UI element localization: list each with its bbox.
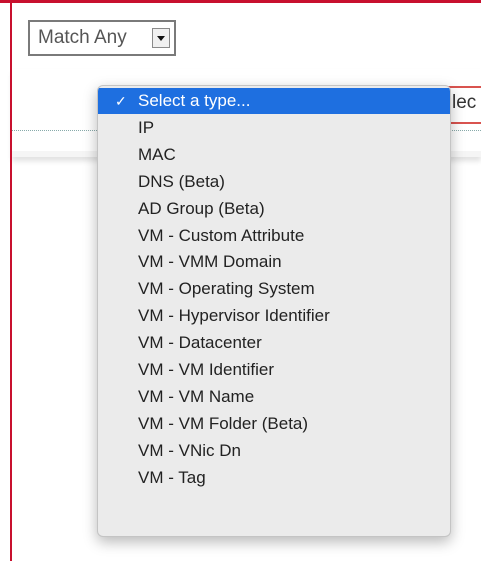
dropdown-option-label: MAC	[138, 144, 176, 164]
dropdown-option[interactable]: VM - Operating System	[98, 276, 450, 302]
dropdown-option[interactable]: VM - Tag	[98, 465, 450, 491]
dropdown-option-label: VM - VNic Dn	[138, 440, 241, 460]
dropdown-option-label: VM - Operating System	[138, 279, 315, 299]
dropdown-option[interactable]: VM - Custom Attribute	[98, 223, 450, 249]
dropdown-option-label: AD Group (Beta)	[138, 198, 265, 218]
dropdown-option[interactable]: VM - Hypervisor Identifier	[98, 303, 450, 329]
dropdown-option-label: VM - Custom Attribute	[138, 225, 305, 245]
dropdown-option-label: VM - VM Name	[138, 386, 255, 406]
match-select[interactable]: Match Any	[28, 20, 176, 56]
dropdown-option-label: DNS (Beta)	[138, 171, 225, 191]
type-select-value: lec	[452, 92, 477, 113]
dropdown-option-label: VM - VMM Domain	[138, 252, 282, 272]
dropdown-option[interactable]: IP	[98, 115, 450, 141]
dropdown-option[interactable]: DNS (Beta)	[98, 169, 450, 195]
match-select-value: Match Any	[38, 27, 127, 48]
match-select-toggle[interactable]	[152, 28, 170, 48]
screen: Match Any lec ✓ Select a type... IP MAC DNS …	[0, 0, 481, 561]
dropdown-option[interactable]: VM - VM Identifier	[98, 357, 450, 383]
dropdown-option[interactable]: VM - Datacenter	[98, 330, 450, 356]
dropdown-option-label: VM - Tag	[138, 467, 206, 487]
dropdown-option[interactable]: VM - VM Name	[98, 384, 450, 410]
dropdown-option-label: VM - Hypervisor Identifier	[138, 306, 330, 326]
dropdown-option-selected[interactable]: ✓ Select a type...	[98, 88, 450, 114]
type-dropdown-list[interactable]: ✓ Select a type... IP MAC DNS (Beta) AD Group…	[97, 85, 451, 537]
dropdown-option-label: IP	[138, 117, 155, 137]
dropdown-option-label: VM - VM Identifier	[138, 360, 275, 379]
dropdown-option-label: VM - VM Folder (Beta)	[138, 413, 309, 433]
dropdown-option[interactable]: VM - VMM Domain	[98, 249, 450, 275]
dropdown-option[interactable]: MAC	[98, 142, 450, 168]
panel-top-border	[0, 0, 481, 3]
chevron-down-icon	[157, 36, 165, 41]
checkmark-icon: ✓	[115, 93, 127, 109]
dropdown-option-label: Select a type...	[138, 91, 251, 110]
dropdown-option[interactable]: VM - VM Folder (Beta)	[98, 411, 450, 437]
dropdown-option[interactable]: VM - VNic Dn	[98, 438, 450, 464]
dropdown-option[interactable]: AD Group (Beta)	[98, 196, 450, 222]
panel-left-border	[10, 0, 12, 561]
dropdown-option-label: VM - Datacenter	[138, 333, 262, 353]
